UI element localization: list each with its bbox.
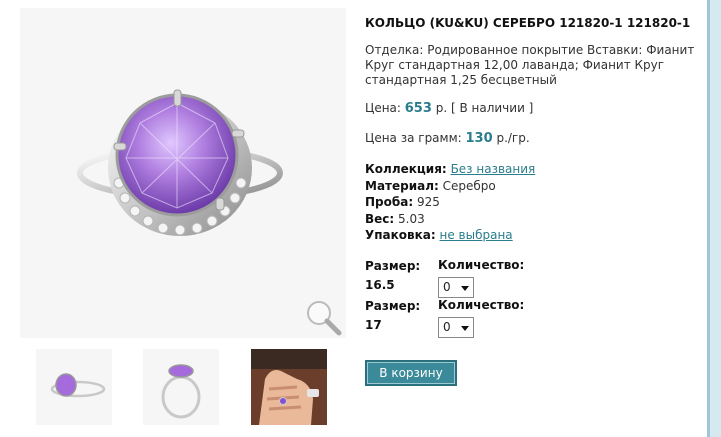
ring-thumb-2 [161,364,201,419]
collection-link[interactable]: Без названия [451,162,536,176]
weight-label: Вес: [365,211,395,226]
thumbnail-side-view[interactable] [36,349,112,425]
price-line: Цена: 653 р. [ В наличии ] [365,101,533,116]
scrollbar[interactable] [707,0,721,437]
scrollbar-track[interactable] [710,0,721,437]
size-value: 17 [365,318,382,332]
thumbnail-front-view[interactable] [143,349,219,425]
magnifier-icon[interactable] [303,298,343,338]
proba-value: 925 [413,195,440,209]
size-1: Размер: 16.5 [365,258,420,294]
package-label: Упаковка: [365,228,436,242]
price-label: Цена: [365,101,405,115]
ring-thumb-1 [50,373,106,398]
proba-label: Проба: [365,195,414,209]
package-row: Упаковка: не выбрана [365,227,535,244]
collection-label: Коллекция: [365,162,447,176]
quantity-label: Количество: [438,298,525,312]
material-label: Материал: [365,178,439,193]
product-page: КОЛЬЦО (KU&KU) СЕРЕБРО 121820-1 121820-1… [0,0,721,437]
thumbnail-on-hand[interactable] [251,349,327,425]
gram-value: 130 [465,131,493,146]
weight-row: Вес: 5.03 [365,211,535,228]
price-value: 653 [404,101,432,116]
add-to-cart-button[interactable]: В корзину [365,360,457,386]
size-2: Размер: 17 [365,298,420,334]
collection-row: Коллекция: Без названия [365,161,535,178]
size-label: Размер: [365,299,421,313]
quantity-label: Количество: [438,258,525,272]
size-value: 16.5 [365,278,395,292]
gram-label: Цена за грамм: [365,131,466,145]
gram-suffix: р./гр. [492,131,530,145]
price-per-gram-line: Цена за грамм: 130 р./гр. [365,131,530,146]
quantity-value: 0 [443,280,451,294]
dropdown-arrow-icon [461,326,469,331]
product-properties: Коллекция: Без названия Материал: Серебр… [365,161,535,244]
product-description: Отделка: Родированное покрытие Вставки: … [365,43,695,87]
quantity-select-2[interactable]: 0 [438,317,474,338]
material-row: Материал: Серебро [365,178,535,195]
quantity-select-1[interactable]: 0 [438,277,474,298]
material-value: Серебро [438,178,496,193]
product-title: КОЛЬЦО (KU&KU) СЕРЕБРО 121820-1 121820-1 [365,16,691,30]
proba-row: Проба: 925 [365,194,535,211]
main-product-photo[interactable] [20,8,346,338]
package-link[interactable]: не выбрана [440,228,513,242]
weight-value: 5.03 [394,211,425,226]
ring-image [77,89,283,236]
size-label: Размер: [365,259,421,273]
price-suffix: р. [ В наличии ] [431,101,534,115]
dropdown-arrow-icon [461,286,469,291]
hand-thumb [251,349,327,425]
quantity-value: 0 [443,320,451,334]
